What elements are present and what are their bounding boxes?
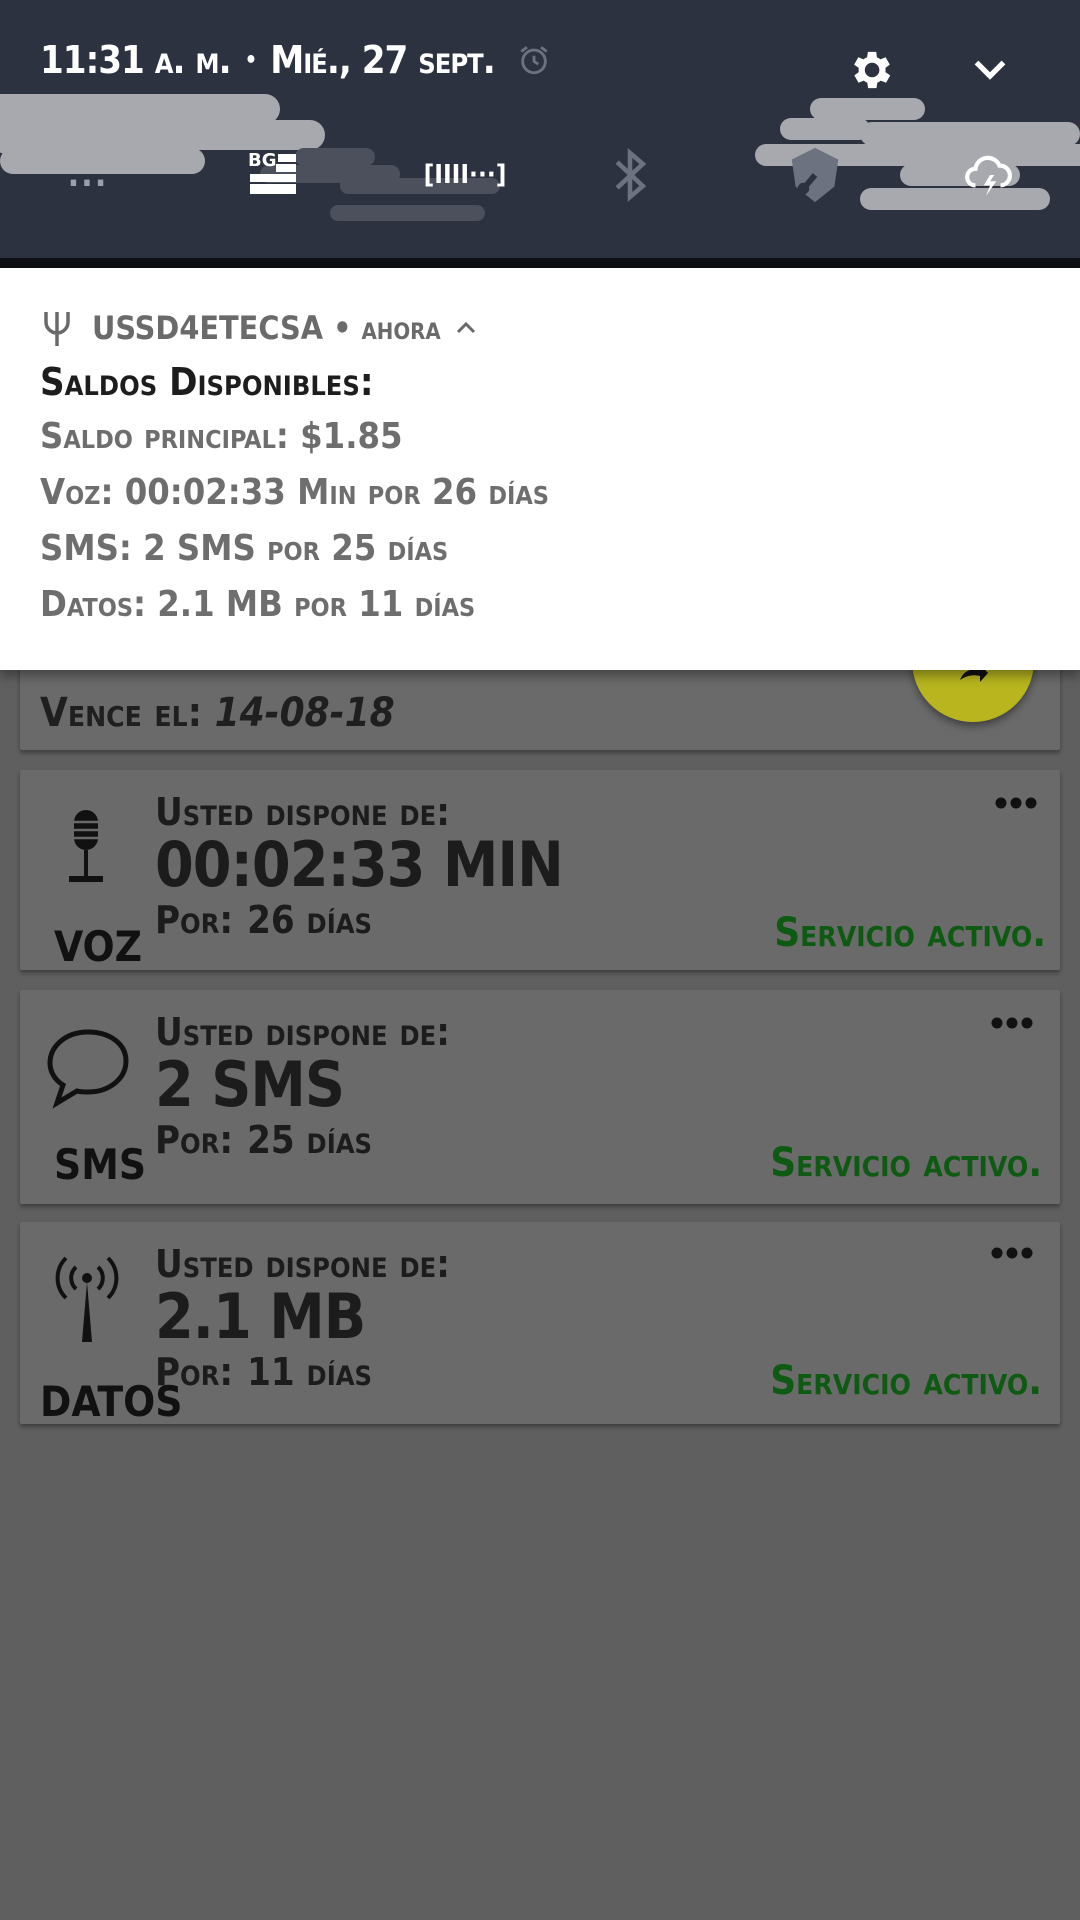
shade-divider (0, 258, 1080, 268)
bg-stairs-icon: BG (248, 150, 296, 194)
service-name: SMS (54, 1140, 147, 1189)
notification-line-voice: Voz: 00:02:33 Min por 26 días (40, 472, 549, 513)
alarm-icon (520, 46, 548, 75)
service-period: Por: 11 días (155, 1350, 372, 1394)
notification-header: USSD4ETECSA • ahora (40, 308, 477, 348)
cloud-decoration (330, 205, 485, 221)
microphone-icon (69, 810, 103, 882)
notification-separator: • (333, 309, 352, 347)
notification-line-data: Datos: 2.1 MB por 11 días (40, 584, 476, 625)
service-amount: 2 SMS (155, 1048, 345, 1121)
location-off-icon (791, 147, 839, 203)
period-label: Por: (155, 1118, 234, 1162)
tile-bluetooth[interactable] (600, 145, 660, 205)
more-options-icon[interactable] (990, 1246, 1034, 1260)
expiry-date: 14-08-18 (214, 690, 395, 736)
service-status: Servicio activo. (770, 1358, 1042, 1404)
collapse-chevron-icon[interactable] (972, 58, 1008, 82)
notification-line-sms: SMS: 2 SMS por 25 días (40, 528, 449, 569)
status-date: Mié., 27 sept. (270, 38, 495, 82)
service-card-sms[interactable]: SMS Usted dispone de: 2 SMS Por: 25 días … (20, 990, 1060, 1204)
tile-battery[interactable]: [IIII···] (420, 145, 510, 205)
cloud-decoration (860, 188, 1050, 210)
tile-data-saver[interactable] (958, 145, 1018, 205)
service-amount: 00:02:33 MIN (155, 828, 564, 901)
notification-line-balance: Saldo principal: $1.85 (40, 416, 403, 457)
bluetooth-icon (615, 148, 647, 202)
notification-app-name: USSD4ETECSA (92, 309, 324, 347)
cloud-decoration (860, 122, 1080, 146)
cloud-decoration (295, 148, 375, 166)
tile-overflow[interactable]: ... (58, 145, 118, 205)
speech-bubble-icon (47, 1029, 129, 1109)
period-label: Por: (155, 1350, 234, 1394)
period-value: 25 días (247, 1118, 373, 1162)
app-psi-icon (44, 312, 70, 346)
settings-gear-icon[interactable] (845, 45, 895, 95)
cloud-bolt-icon (965, 155, 1012, 196)
cloud-decoration (780, 118, 870, 140)
quick-settings-panel: 11:31 a. m. • Mié., 27 sept. ... BG [III… (0, 0, 1080, 262)
service-period: Por: 26 días (155, 898, 372, 942)
svg-text:BG: BG (248, 150, 277, 171)
tile-bg-app[interactable]: BG (243, 145, 303, 205)
service-name: VOZ (54, 922, 143, 971)
more-options-icon[interactable] (994, 796, 1038, 810)
expiry-label: Vence el: (40, 690, 203, 736)
expand-caret-icon[interactable] (455, 320, 477, 336)
period-value: 11 días (247, 1350, 373, 1394)
service-card-voz[interactable]: VOZ Usted dispone de: 00:02:33 MIN Por: 2… (20, 770, 1060, 971)
service-status: Servicio activo. (770, 1140, 1042, 1186)
clock-time: 11:31 a. m. (40, 38, 232, 82)
status-separator: • (244, 47, 258, 73)
period-label: Por: (155, 898, 234, 942)
expiry-row: Vence el: 14-08-18 (40, 690, 395, 736)
cloud-decoration (810, 98, 925, 120)
status-datetime[interactable]: 11:31 a. m. • Mié., 27 sept. (40, 38, 551, 82)
service-status: Servicio activo. (774, 910, 1046, 956)
antenna-icon (55, 1256, 119, 1342)
ussd-notification[interactable]: USSD4ETECSA • ahora Saldos Disponibles: … (0, 268, 1080, 670)
service-card-datos[interactable]: DATOS Usted dispone de: 2.1 MB Por: 11 dí… (20, 1222, 1060, 1426)
notification-time: ahora (361, 309, 441, 347)
service-amount: 2.1 MB (155, 1280, 366, 1353)
more-options-icon[interactable] (990, 1016, 1034, 1030)
tile-location[interactable] (780, 145, 850, 205)
service-period: Por: 25 días (155, 1118, 372, 1162)
period-value: 26 días (247, 898, 373, 942)
notification-title: Saldos Disponibles: (40, 360, 374, 404)
